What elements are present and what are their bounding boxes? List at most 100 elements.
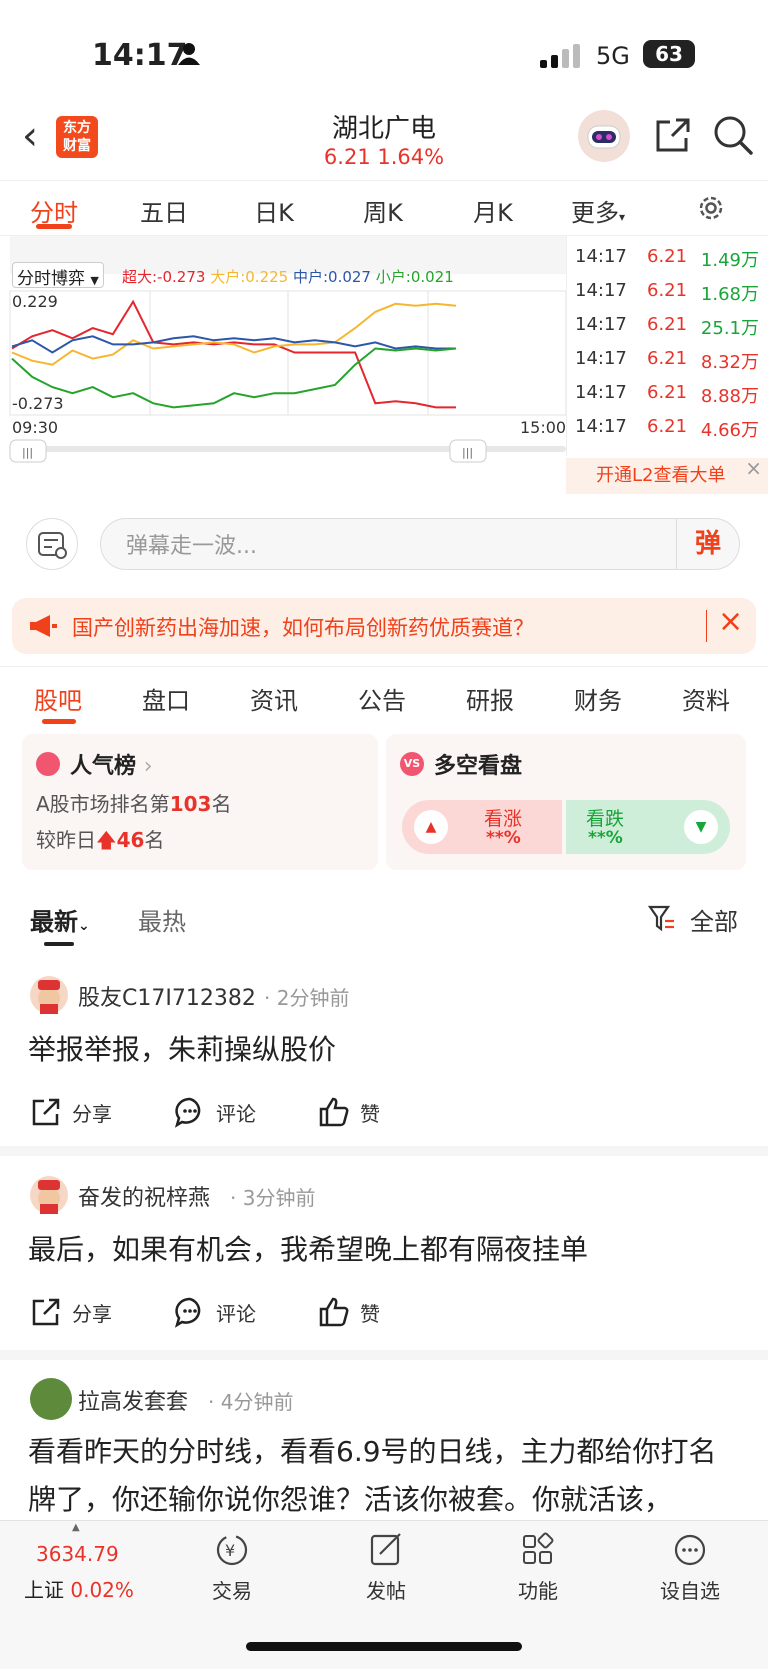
tab-five-day[interactable]: 五日: [114, 193, 214, 228]
yuan-exchange-icon: ¥: [216, 1534, 248, 1566]
tab-intraday[interactable]: 分时: [4, 193, 104, 228]
tab-announcements[interactable]: 公告: [332, 681, 432, 716]
svg-text:¥: ¥: [225, 1541, 235, 1560]
post-content[interactable]: 最后，如果有机会，我希望晚上都有隔夜挂单: [28, 1226, 740, 1274]
tab-finance[interactable]: 财务: [548, 681, 648, 716]
share-label: 分享: [72, 1101, 112, 1126]
post-time-text: 3分钟前: [242, 1186, 316, 1210]
tab-guba[interactable]: 股吧: [8, 681, 108, 716]
person-icon: [178, 43, 200, 65]
tab-research[interactable]: 研报: [440, 681, 540, 716]
filter-all[interactable]: 全部: [690, 902, 738, 937]
share-button[interactable]: 分享: [30, 1096, 112, 1128]
more-dots-icon: [674, 1534, 706, 1566]
triangle-down-icon: ▼: [684, 810, 718, 844]
tab-more[interactable]: 更多▾: [548, 193, 648, 228]
post-author[interactable]: 奋发的祝梓燕: [78, 1180, 210, 1212]
post-time: · 2分钟前: [264, 986, 350, 1010]
svg-text:|||: |||: [22, 446, 33, 459]
share-icon[interactable]: [652, 116, 692, 156]
filter-icon[interactable]: [648, 904, 676, 932]
tab-profile[interactable]: 资料: [656, 681, 756, 716]
assistant-avatar[interactable]: [578, 110, 630, 162]
signal-icon: [540, 44, 580, 68]
notice-text: 国产创新药出海加速，如何布局创新药优质赛道？: [72, 616, 534, 640]
tick-price: 6.21: [647, 382, 688, 403]
bull-button[interactable]: ▲ 看涨 **%: [402, 800, 562, 854]
tab-order-book[interactable]: 盘口: [116, 681, 216, 716]
chart-legend: 超大:-0.273 大户:0.225 中户:0.027 小户:0.021: [122, 266, 454, 287]
bull-value: **%: [486, 828, 521, 848]
danmu-settings-button[interactable]: [26, 518, 78, 570]
post-item[interactable]: 股友C17I712382 · 2分钟前 举报举报，朱莉操纵股价 分享 评论 赞: [0, 956, 768, 1156]
tick-price: 6.21: [647, 280, 688, 301]
settings-gear-icon[interactable]: [696, 193, 726, 223]
bear-button[interactable]: 看跌 **% ▼: [566, 800, 730, 854]
notice-banner[interactable]: 国产创新药出海加速，如何布局创新药优质赛道？ ×: [12, 598, 756, 654]
tab-news[interactable]: 资讯: [224, 681, 324, 716]
share-button[interactable]: 分享: [30, 1296, 112, 1328]
stock-name: 湖北广电: [331, 114, 436, 144]
l2-upgrade-banner[interactable]: 开通L2查看大单 ×: [566, 456, 768, 494]
search-icon[interactable]: [712, 114, 754, 156]
post-content[interactable]: 举报举报，朱莉操纵股价: [28, 1026, 740, 1074]
index-quote[interactable]: 上证 0.02%: [24, 1574, 134, 1603]
tab-daily-k[interactable]: 日K: [224, 193, 324, 228]
comment-label: 评论: [216, 1301, 256, 1326]
svg-text:|||: |||: [462, 446, 473, 459]
danmu-send-button[interactable]: 弹: [676, 519, 739, 569]
nav-post[interactable]: 发帖: [336, 1530, 436, 1604]
rank-value: 103: [169, 792, 212, 816]
post-author[interactable]: 股友C17I712382: [78, 980, 256, 1012]
indicator-label: 分时博弈: [17, 269, 85, 289]
close-icon[interactable]: ×: [718, 604, 743, 639]
change-prefix: 较昨日: [36, 828, 96, 852]
avatar[interactable]: [30, 1176, 68, 1214]
avatar[interactable]: [30, 976, 68, 1014]
y-axis-top-label: 0.229: [12, 292, 58, 311]
bull-bear-card[interactable]: VS 多空看盘 ▲ 看涨 **% 看跌 **% ▼: [386, 734, 746, 870]
like-button[interactable]: 赞: [318, 1096, 380, 1128]
series-line-3: [11, 347, 457, 409]
danmu-placeholder: 弹幕走一波...: [126, 534, 257, 559]
nav-trade[interactable]: ¥ 交易: [182, 1530, 282, 1604]
network-type: 5G: [596, 42, 630, 70]
share-label: 分享: [72, 1301, 112, 1326]
thumbs-up-icon: [319, 1297, 349, 1327]
index-value[interactable]: 3634.79: [36, 1542, 119, 1566]
indicator-selector[interactable]: 分时博弈 ▼: [12, 262, 104, 289]
comment-button[interactable]: 评论: [174, 1096, 256, 1128]
tab-monthly-k[interactable]: 月K: [443, 193, 543, 228]
avatar[interactable]: [30, 1378, 72, 1420]
danmu-settings-icon: [38, 532, 67, 559]
sort-hot[interactable]: 最热: [138, 902, 186, 937]
tick-time: 14:17: [575, 382, 627, 403]
rank-suffix: 名: [211, 792, 232, 816]
caret-icon: ▼: [90, 274, 99, 287]
like-button[interactable]: 赞: [318, 1296, 380, 1328]
vs-icon: VS: [400, 752, 424, 776]
back-button[interactable]: ‹: [22, 116, 38, 156]
post-content[interactable]: 看看昨天的分时线，看看6.9号的日线，主力都给你打名牌了，你还输你说你怨谁？活该…: [28, 1428, 740, 1524]
post-time-text: 2分钟前: [276, 986, 350, 1010]
popularity-title: 人气榜 ›: [70, 748, 153, 780]
market-rank: A股市场排名第103名: [36, 788, 231, 817]
sort-latest[interactable]: 最新⌄: [30, 902, 90, 937]
popularity-card[interactable]: 人气榜 › A股市场排名第103名 较昨日🡅46名: [22, 734, 378, 870]
tab-weekly-k[interactable]: 周K: [333, 193, 433, 228]
comment-button[interactable]: 评论: [174, 1296, 256, 1328]
nav-watchlist[interactable]: 设自选: [640, 1530, 740, 1604]
app-logo[interactable]: 东方 财富: [56, 116, 98, 158]
intraday-chart[interactable]: ||| ||| 分时博弈 ▼ 超大:-0.273 大户:0.225 中户:0.0…: [0, 236, 567, 498]
post-item[interactable]: 拉高发套套 · 4分钟前 看看昨天的分时线，看看6.9号的日线，主力都给你打名牌…: [0, 1364, 768, 1524]
post-author[interactable]: 拉高发套套: [78, 1384, 188, 1416]
legend-small: 小户:0.021: [375, 268, 454, 286]
nav-functions[interactable]: 功能: [488, 1530, 588, 1604]
status-bar: 14:17 5G 63: [0, 0, 768, 110]
close-icon[interactable]: ×: [745, 450, 762, 486]
tick-list[interactable]: 14:17 6.21 1.49万 14:17 6.21 1.68万 14:17 6.21 25.…: [566, 236, 768, 456]
post-item[interactable]: 奋发的祝梓燕 · 3分钟前 最后，如果有机会，我希望晚上都有隔夜挂单 分享 评论…: [0, 1160, 768, 1360]
sort-latest-label: 最新: [30, 908, 78, 936]
chevron-right-icon: ›: [143, 754, 153, 779]
logo-text-1: 东方: [63, 120, 91, 136]
